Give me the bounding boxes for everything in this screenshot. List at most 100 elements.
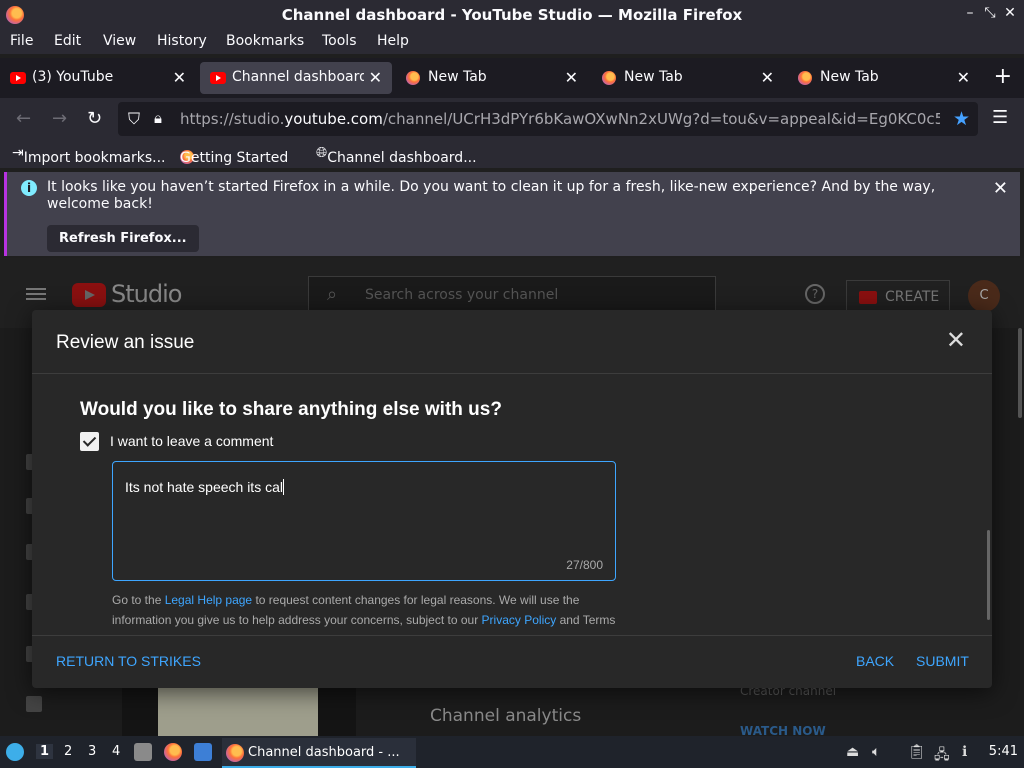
tab-new-tab-2[interactable]: New Tab ✕: [592, 62, 784, 94]
eject-icon[interactable]: ⏏: [846, 744, 859, 760]
info-icon: i: [21, 180, 37, 196]
url-bar[interactable]: ⛉ 🔒︎ https://studio.youtube.com/channel/…: [118, 102, 978, 136]
dialog-footer: RETURN TO STRIKES BACK SUBMIT: [32, 635, 992, 688]
start-menu-icon[interactable]: [6, 743, 24, 761]
dialog-title: Review an issue: [56, 332, 195, 353]
lock-icon[interactable]: 🔒︎: [154, 109, 162, 127]
bookmark-channel-dashboard[interactable]: 🌐︎ Channel dashboard...: [316, 145, 477, 166]
firefox-icon: [798, 71, 812, 85]
tab-label: Channel dashboard - YouTube Studio: [232, 69, 364, 85]
workspace-3[interactable]: 3: [88, 744, 96, 759]
firefox-launcher-icon[interactable]: [164, 743, 182, 761]
url-text[interactable]: https://studio.youtube.com/channel/UCrH3…: [180, 110, 940, 128]
search-icon: ⌕: [327, 284, 338, 305]
youtube-logo-icon: [72, 283, 106, 307]
navigation-bar: ← → ↻ ⛉ 🔒︎ https://studio.youtube.com/ch…: [0, 98, 1024, 140]
dialog-scrollbar[interactable]: [987, 530, 990, 620]
notifications-icon[interactable]: ℹ: [962, 744, 967, 760]
workspace-2[interactable]: 2: [64, 744, 72, 759]
legal-help-link[interactable]: Legal Help page: [165, 593, 252, 607]
notification-message: It looks like you haven’t started Firefo…: [47, 179, 936, 212]
tab-channel-dashboard[interactable]: Channel dashboard - YouTube Studio ✕: [200, 62, 392, 94]
back-arrow-icon[interactable]: ←: [16, 108, 31, 129]
firefox-icon: [602, 71, 616, 85]
channel-analytics-heading: Channel analytics: [430, 706, 582, 726]
hamburger-menu-icon[interactable]: ☰: [992, 107, 1008, 128]
comment-question: Would you like to share anything else wi…: [80, 399, 502, 420]
tab-label: (3) YouTube: [32, 69, 114, 85]
menu-bar: File Edit View History Bookmarks Tools H…: [0, 30, 1024, 54]
studio-search-input[interactable]: ⌕ Search across your channel: [308, 276, 716, 314]
dialog-header: Review an issue ✕: [32, 310, 992, 374]
taskbar-firefox-task[interactable]: Channel dashboard - ...: [222, 738, 416, 768]
clock: 5:41: [988, 744, 1018, 759]
tab-label: New Tab: [820, 69, 879, 85]
close-window-button[interactable]: ✕: [1002, 5, 1018, 21]
bookmark-import[interactable]: ⇥ Import bookmarks...: [12, 145, 166, 166]
firefox-refresh-notification: i It looks like you haven’t started Fire…: [4, 172, 1020, 256]
shield-icon[interactable]: ⛉: [128, 109, 140, 129]
tab-new-tab-1[interactable]: New Tab ✕: [396, 62, 588, 94]
menu-help[interactable]: Help: [377, 33, 409, 49]
tab-strip: (3) YouTube ✕ Channel dashboard - YouTub…: [0, 58, 1024, 98]
new-tab-plus-icon[interactable]: +: [994, 64, 1012, 89]
sidebar-feedback-icon[interactable]: [26, 696, 42, 712]
maximize-button[interactable]: ⤡: [982, 5, 998, 21]
window-titlebar: Channel dashboard - YouTube Studio — Moz…: [0, 0, 1024, 30]
reload-icon[interactable]: ↻: [87, 108, 102, 129]
volume-icon[interactable]: 🔈︎: [872, 744, 880, 760]
workspace-1[interactable]: 1: [36, 744, 54, 759]
tab-label: New Tab: [428, 69, 487, 85]
back-button[interactable]: BACK: [856, 653, 894, 669]
create-button[interactable]: CREATE: [846, 280, 950, 314]
menu-tools[interactable]: Tools: [322, 33, 357, 49]
comment-textarea[interactable]: Its not hate speech its cal 27/800: [112, 461, 616, 581]
firefox-icon: [226, 744, 244, 762]
close-tab-icon[interactable]: ✕: [957, 68, 970, 87]
forward-arrow-icon[interactable]: →: [52, 108, 67, 129]
video-thumbnail[interactable]: [122, 686, 356, 736]
refresh-firefox-button[interactable]: Refresh Firefox...: [47, 225, 199, 252]
firefox-icon: [406, 71, 420, 85]
review-issue-dialog: Review an issue ✕ Would you like to shar…: [32, 310, 992, 688]
workspace-4[interactable]: 4: [112, 744, 120, 759]
menu-bookmarks[interactable]: Bookmarks: [226, 33, 304, 49]
file-manager-icon[interactable]: [134, 743, 152, 761]
tab-new-tab-3[interactable]: New Tab ✕: [788, 62, 980, 94]
menu-edit[interactable]: Edit: [54, 33, 81, 49]
page-scrollbar[interactable]: [1018, 328, 1022, 418]
video-camera-icon: [859, 291, 877, 304]
return-to-strikes-button[interactable]: RETURN TO STRIKES: [56, 653, 201, 669]
close-tab-icon[interactable]: ✕: [173, 68, 186, 87]
studio-logo-text: Studio: [111, 280, 182, 308]
help-icon[interactable]: ?: [805, 284, 825, 304]
tab-label: New Tab: [624, 69, 683, 85]
close-dialog-icon[interactable]: ✕: [946, 326, 966, 354]
tab-youtube[interactable]: (3) YouTube ✕: [0, 62, 196, 94]
window-title: Channel dashboard - YouTube Studio — Moz…: [281, 6, 743, 24]
menu-history[interactable]: History: [157, 33, 207, 49]
minimize-button[interactable]: –: [962, 5, 978, 21]
close-notification-icon[interactable]: ✕: [993, 178, 1008, 199]
system-taskbar: 1 2 3 4 Channel dashboard - ... ⏏ 🔈︎ 📋︎ …: [0, 736, 1024, 768]
avatar[interactable]: C: [968, 280, 1000, 312]
submit-button[interactable]: SUBMIT: [916, 653, 969, 669]
leave-comment-label[interactable]: I want to leave a comment: [110, 433, 273, 449]
legal-notice: Go to the Legal Help page to request con…: [112, 593, 616, 635]
youtube-icon: [10, 72, 26, 84]
watch-now-link[interactable]: WATCH NOW: [740, 724, 826, 736]
clipboard-icon[interactable]: 📋︎: [908, 744, 926, 760]
network-icon[interactable]: 🖧︎: [934, 744, 950, 768]
comment-value[interactable]: Its not hate speech its cal: [125, 479, 284, 495]
menu-file[interactable]: File: [10, 33, 33, 49]
close-tab-icon[interactable]: ✕: [565, 68, 578, 87]
menu-view[interactable]: View: [103, 33, 136, 49]
close-tab-icon[interactable]: ✕: [761, 68, 774, 87]
leave-comment-checkbox[interactable]: [80, 432, 99, 451]
bookmark-star-icon[interactable]: ★: [953, 108, 970, 130]
studio-menu-icon[interactable]: [26, 288, 46, 290]
bookmarks-toolbar: ⇥ Import bookmarks... Getting Started 🌐︎…: [0, 140, 1024, 168]
privacy-policy-link[interactable]: Privacy Policy: [482, 613, 557, 627]
desktop-icon[interactable]: [194, 743, 212, 761]
close-tab-icon[interactable]: ✕: [369, 68, 382, 87]
